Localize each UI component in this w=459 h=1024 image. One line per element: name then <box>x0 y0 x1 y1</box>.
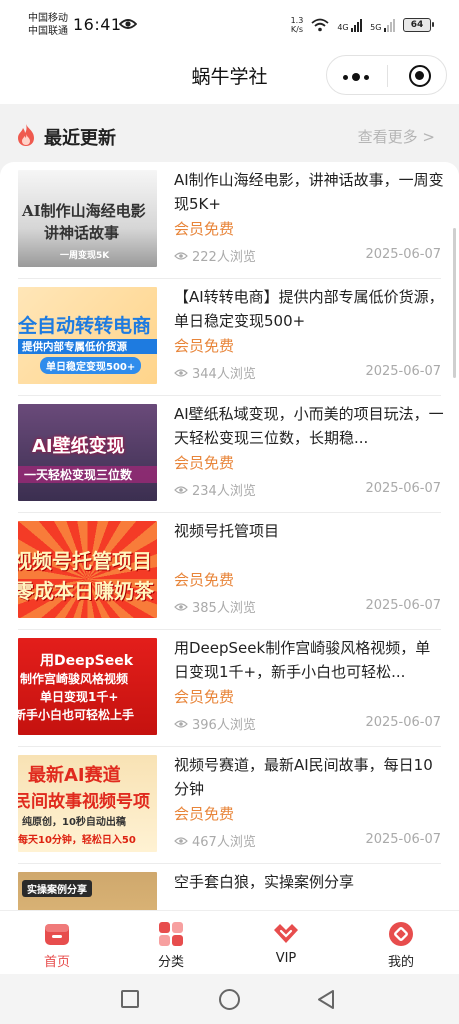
see-more-link[interactable]: 查看更多 > <box>358 126 435 147</box>
more-dots-icon[interactable] <box>343 73 369 81</box>
item-thumbnail: 最新AI赛道 民间故事视频号项 纯原创，10秒自动出稿 每天10分钟，轻松日入5… <box>18 755 157 852</box>
battery-icon: 64 <box>403 18 434 32</box>
member-free-badge: 会员免费 <box>174 454 235 472</box>
tab-label: VIP <box>275 951 297 966</box>
eye-icon <box>119 19 137 29</box>
status-time: 16:41 <box>73 15 122 34</box>
section-title: 最近更新 <box>44 128 116 149</box>
view-count: 467人浏览 <box>174 831 256 850</box>
list-item[interactable]: 最新AI赛道 民间故事视频号项 纯原创，10秒自动出稿 每天10分钟，轻松日入5… <box>0 747 459 864</box>
item-date: 2025-06-07 <box>365 247 441 262</box>
eye-icon <box>174 719 188 728</box>
list-item[interactable]: AI壁纸变现 一天轻松变现三位数 AI壁纸私域变现，小而美的项目玩法，一天轻松变… <box>0 396 459 513</box>
recent-updates-header: 最近更新 查看更多 > <box>0 104 459 164</box>
item-title: 【AI转转电商】提供内部专属低价货源，单日稳定变现500+ <box>174 288 444 330</box>
item-title: AI制作山海经电影，讲神话故事，一周变现5K+ <box>174 171 444 213</box>
home-icon <box>45 924 69 945</box>
item-thumbnail: 用DeepSeek 制作宫崎骏风格视频 单日变现1千+ 新手小白也可轻松上手 <box>18 638 157 735</box>
member-free-badge: 会员免费 <box>174 805 235 823</box>
signal-bars-icon <box>351 18 363 32</box>
net-speed: 1.3 K/s <box>290 16 304 34</box>
tab-profile[interactable]: 我的 <box>344 911 458 975</box>
item-thumbnail: 实操案例分享 <box>18 872 157 910</box>
carrier-1: 中国移动 <box>28 13 68 24</box>
bottom-tab-bar: 首页 分类 VIP 我的 <box>0 910 459 974</box>
recent-apps-icon[interactable] <box>121 990 139 1008</box>
sim1-signal: 4G <box>337 18 363 32</box>
sim2-signal: 5G <box>370 18 395 32</box>
view-count: 344人浏览 <box>174 363 256 382</box>
list-item[interactable]: 全自动转转电商 提供内部专属低价货源 单日稳定变现500+ 【AI转转电商】提供… <box>0 279 459 396</box>
list-item[interactable]: 视频号托管项目 零成本日赚奶茶 视频号托管项目 会员免费 385人浏览 2025… <box>0 513 459 630</box>
back-icon[interactable] <box>316 989 336 1010</box>
member-free-badge: 会员免费 <box>174 571 235 589</box>
item-date: 2025-06-07 <box>365 598 441 613</box>
member-free-badge: 会员免费 <box>174 337 235 355</box>
item-title: 视频号赛道，最新AI民间故事，每日10分钟 <box>174 756 433 798</box>
view-count: 234人浏览 <box>174 480 256 499</box>
item-title: AI壁纸私域变现，小而美的项目玩法，一天轻松变现三位数，长期稳... <box>174 405 444 447</box>
eye-icon <box>174 485 188 494</box>
item-date: 2025-06-07 <box>365 364 441 379</box>
home-button-icon[interactable] <box>219 989 240 1010</box>
article-list: AI制作山海经电影 讲神话故事 一周变现5K AI制作山海经电影，讲神话故事，一… <box>0 162 459 910</box>
system-nav-bar <box>0 974 459 1024</box>
item-date: 2025-06-07 <box>365 481 441 496</box>
scrollbar[interactable] <box>453 228 456 378</box>
item-thumbnail: AI制作山海经电影 讲神话故事 一周变现5K <box>18 170 157 267</box>
view-count: 222人浏览 <box>174 246 256 265</box>
eye-icon <box>174 836 188 845</box>
member-free-badge: 会员免费 <box>174 688 235 706</box>
list-item[interactable]: 用DeepSeek 制作宫崎骏风格视频 单日变现1千+ 新手小白也可轻松上手 用… <box>0 630 459 747</box>
wifi-icon <box>311 18 329 32</box>
fire-icon <box>18 124 34 146</box>
list-item[interactable]: AI制作山海经电影 讲神话故事 一周变现5K AI制作山海经电影，讲神话故事，一… <box>0 162 459 279</box>
item-title: 视频号托管项目 <box>174 522 280 540</box>
eye-icon <box>174 368 188 377</box>
item-thumbnail: 视频号托管项目 零成本日赚奶茶 <box>18 521 157 618</box>
item-date: 2025-06-07 <box>365 715 441 730</box>
tab-label: 首页 <box>43 955 70 970</box>
tab-label: 我的 <box>387 955 414 970</box>
capsule-divider <box>387 65 388 87</box>
carrier-info: 中国移动 中国联通 <box>28 12 68 38</box>
carrier-2: 中国联通 <box>28 26 68 37</box>
close-miniprogram-icon[interactable] <box>409 65 431 87</box>
miniprogram-capsule <box>326 55 447 95</box>
item-date: 2025-06-07 <box>365 832 441 847</box>
item-title: 用DeepSeek制作宫崎骏风格视频，单日变现1千+，新手小白也可轻松... <box>174 639 431 681</box>
tab-label: 分类 <box>157 955 184 970</box>
tab-category[interactable]: 分类 <box>114 911 228 975</box>
view-count: 385人浏览 <box>174 597 256 616</box>
profile-icon <box>389 922 413 946</box>
vip-heart-icon <box>274 924 298 943</box>
eye-icon <box>174 602 188 611</box>
item-title: 空手套白狼，实操案例分享 <box>174 873 355 891</box>
item-thumbnail: 全自动转转电商 提供内部专属低价货源 单日稳定变现500+ <box>18 287 157 384</box>
eye-icon <box>174 251 188 260</box>
title-bar: 蜗牛学社 <box>0 48 459 104</box>
list-item[interactable]: 实操案例分享 空手套白狼，实操案例分享 <box>0 864 459 910</box>
item-thumbnail: AI壁纸变现 一天轻松变现三位数 <box>18 404 157 501</box>
status-bar: 中国移动 中国联通 16:41 1.3 K/s 4G 5G 64 <box>0 0 459 48</box>
status-right: 1.3 K/s 4G 5G 64 <box>290 14 434 36</box>
view-count: 396人浏览 <box>174 714 256 733</box>
tab-vip[interactable]: VIP <box>229 911 343 975</box>
category-grid-icon <box>159 922 183 946</box>
member-free-badge: 会员免费 <box>174 220 235 238</box>
signal-bars-icon <box>384 18 395 32</box>
tab-home[interactable]: 首页 <box>0 911 114 975</box>
